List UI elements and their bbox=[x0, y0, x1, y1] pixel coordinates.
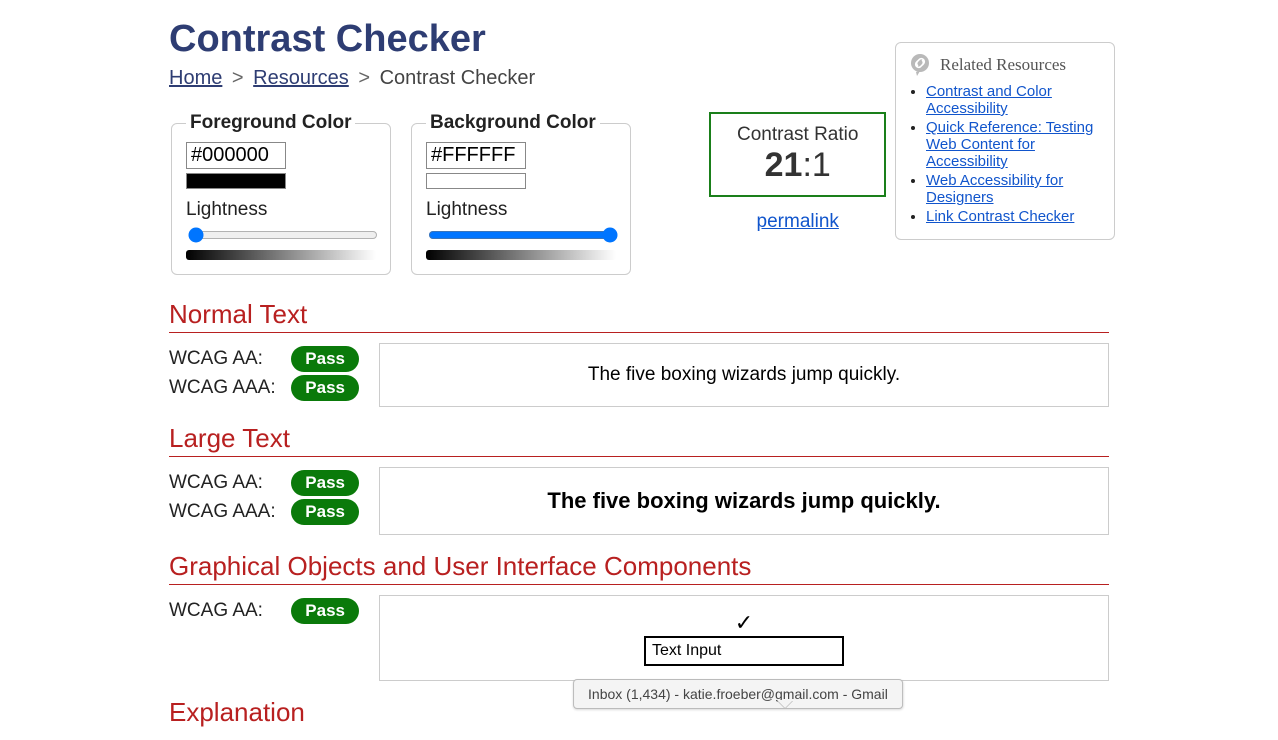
foreground-fieldset: Foreground Color Lightness bbox=[171, 112, 391, 275]
gradient-bar bbox=[186, 250, 376, 260]
section-normal-text: Normal Text bbox=[169, 299, 1109, 333]
sample-ui: ✓ bbox=[379, 595, 1109, 681]
section-large-text: Large Text bbox=[169, 423, 1109, 457]
foreground-swatch[interactable] bbox=[186, 173, 286, 189]
gradient-bar bbox=[426, 250, 616, 260]
foreground-hex-input[interactable] bbox=[186, 142, 286, 169]
related-link[interactable]: Link Contrast Checker bbox=[926, 208, 1074, 225]
sample-text-input[interactable] bbox=[644, 636, 844, 666]
related-resources: Related Resources Contrast and Color Acc… bbox=[895, 42, 1115, 240]
breadcrumb-sep-icon: > bbox=[354, 67, 374, 89]
breadcrumb-resources[interactable]: Resources bbox=[253, 67, 349, 89]
background-hex-input[interactable] bbox=[426, 142, 526, 169]
pass-badge: Pass bbox=[291, 470, 359, 496]
background-lightness-label: Lightness bbox=[426, 199, 616, 221]
pass-badge: Pass bbox=[291, 346, 359, 372]
background-lightness-slider[interactable] bbox=[428, 227, 618, 243]
sample-normal: The five boxing wizards jump quickly. bbox=[379, 343, 1109, 407]
related-link[interactable]: Web Accessibility for Designers bbox=[926, 172, 1063, 206]
check-icon: ✓ bbox=[735, 610, 753, 636]
background-legend: Background Color bbox=[426, 112, 600, 134]
section-ui-components: Graphical Objects and User Interface Com… bbox=[169, 551, 1109, 585]
link-icon bbox=[908, 53, 932, 77]
foreground-lightness-label: Lightness bbox=[186, 199, 376, 221]
pass-badge: Pass bbox=[291, 598, 359, 624]
browser-tooltip: Inbox (1,434) - katie.froeber@gmail.com … bbox=[573, 679, 903, 709]
contrast-ratio-box: Contrast Ratio 21:1 bbox=[709, 112, 886, 197]
criteria-label: WCAG AAA: bbox=[169, 501, 276, 523]
background-fieldset: Background Color Lightness bbox=[411, 112, 631, 275]
foreground-lightness-slider[interactable] bbox=[188, 227, 378, 243]
related-link[interactable]: Quick Reference: Testing Web Content for… bbox=[926, 119, 1093, 170]
permalink[interactable]: permalink bbox=[757, 211, 839, 233]
criteria-label: WCAG AA: bbox=[169, 472, 263, 494]
pass-badge: Pass bbox=[291, 499, 359, 525]
criteria-label: WCAG AA: bbox=[169, 600, 263, 622]
breadcrumb-sep-icon: > bbox=[228, 67, 248, 89]
foreground-legend: Foreground Color bbox=[186, 112, 355, 134]
contrast-ratio-denominator: :1 bbox=[802, 146, 830, 184]
related-link[interactable]: Contrast and Color Accessibility bbox=[926, 83, 1052, 117]
pass-badge: Pass bbox=[291, 375, 359, 401]
contrast-ratio-label: Contrast Ratio bbox=[737, 124, 858, 146]
breadcrumb-home[interactable]: Home bbox=[169, 67, 222, 89]
contrast-ratio-numerator: 21 bbox=[765, 146, 803, 184]
sidebar-title: Related Resources bbox=[940, 55, 1066, 75]
criteria-label: WCAG AA: bbox=[169, 348, 263, 370]
background-swatch[interactable] bbox=[426, 173, 526, 189]
criteria-label: WCAG AAA: bbox=[169, 377, 276, 399]
sample-large: The five boxing wizards jump quickly. bbox=[379, 467, 1109, 535]
breadcrumb-current: Contrast Checker bbox=[380, 67, 536, 89]
